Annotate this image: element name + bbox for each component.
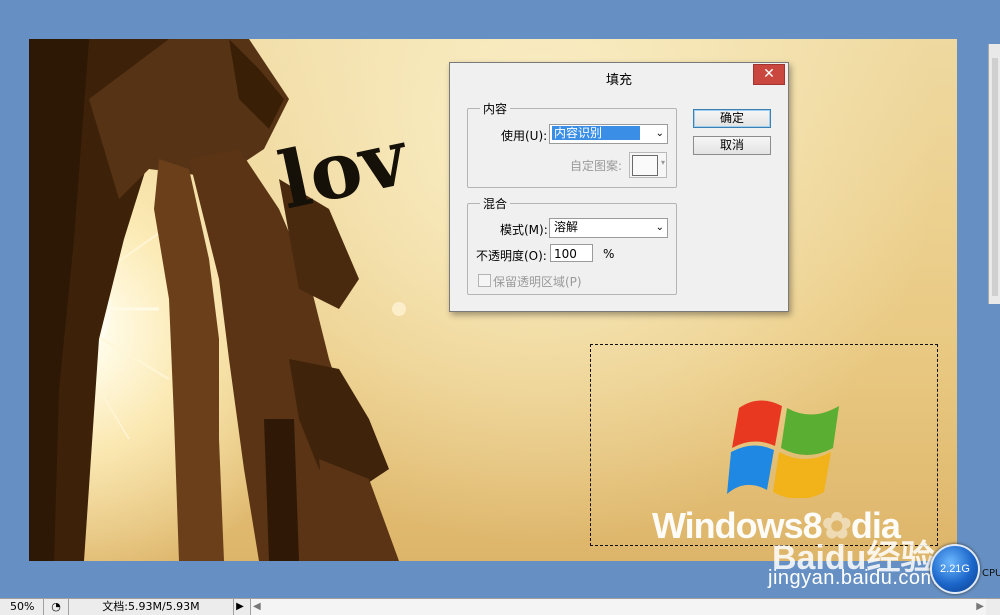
cancel-button[interactable]: 取消 xyxy=(693,136,771,155)
use-label: 使用(U): xyxy=(501,129,548,143)
custom-pattern-picker[interactable]: ▾ xyxy=(629,152,667,178)
status-bar: 50% ◔ 文档:5.93M/5.93M ▶ ◀ ▶ xyxy=(0,598,1000,615)
use-select-value: 内容识别 xyxy=(551,125,641,141)
performance-badge: 2.21G xyxy=(930,544,980,594)
pattern-preview xyxy=(632,155,658,176)
perf-label: CPU xyxy=(982,568,1000,579)
fill-dialog: 填充 ✕ 内容 使用(U): 内容识别 ⌄ 自定图案: ▾ 混合 模式(M): … xyxy=(449,62,789,312)
opacity-input[interactable]: 100 xyxy=(550,244,593,262)
preserve-transparency-checkbox[interactable] xyxy=(478,274,491,287)
status-menu-arrow[interactable]: ▶ xyxy=(234,599,246,615)
mode-select[interactable]: 溶解 ⌄ xyxy=(549,218,668,238)
mode-select-value: 溶解 xyxy=(554,220,579,234)
ok-button[interactable]: 确定 xyxy=(693,109,771,128)
zoom-level[interactable]: 50% xyxy=(0,599,44,615)
document-info: 文档:5.93M/5.93M xyxy=(68,599,234,615)
close-button[interactable]: ✕ xyxy=(753,64,785,85)
opacity-unit: % xyxy=(603,247,615,261)
canvas-lov-text: lov xyxy=(271,111,417,227)
custom-pattern-label: 自定图案: xyxy=(570,159,623,173)
chevron-down-icon: ▾ xyxy=(660,158,665,167)
dialog-title: 填充 xyxy=(605,73,632,88)
horizontal-scrollbar[interactable]: ◀ ▶ xyxy=(250,599,986,615)
right-panel-scrollbar[interactable] xyxy=(992,58,998,296)
chevron-down-icon: ⌄ xyxy=(655,222,664,233)
mode-label: 模式(M): xyxy=(500,223,548,237)
temple-columns xyxy=(29,39,399,561)
content-group-title: 内容 xyxy=(480,100,511,117)
preserve-transparency-label: 保留透明区域(P) xyxy=(493,275,582,289)
watermark-url: jingyan.baidu.com xyxy=(768,567,938,589)
perf-value: 2.21G xyxy=(940,563,970,575)
scroll-left-icon[interactable]: ◀ xyxy=(253,599,261,615)
opacity-label: 不透明度(O): xyxy=(476,249,547,263)
scroll-right-icon[interactable]: ▶ xyxy=(976,599,984,615)
close-icon: ✕ xyxy=(763,66,775,82)
use-select[interactable]: 内容识别 ⌄ xyxy=(549,124,668,144)
blend-group-title: 混合 xyxy=(480,195,511,212)
timing-icon[interactable]: ◔ xyxy=(48,599,64,615)
dialog-titlebar[interactable]: 填充 ✕ xyxy=(450,63,788,90)
chevron-down-icon: ⌄ xyxy=(655,128,664,139)
